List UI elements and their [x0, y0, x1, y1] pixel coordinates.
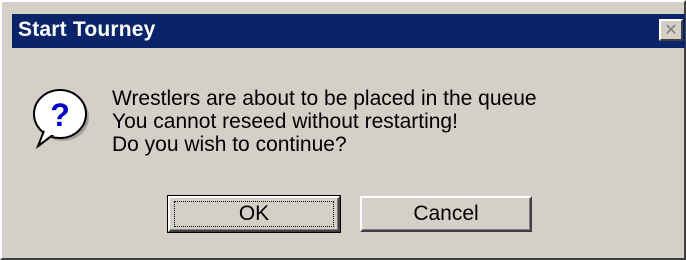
message-text: Wrestlers are about to be placed in the … [112, 87, 537, 156]
cancel-button[interactable]: Cancel [360, 196, 532, 232]
dialog-window: Start Tourney ✕ ? Wrestlers are about to… [0, 0, 686, 260]
dialog-title: Start Tourney [18, 18, 156, 41]
ok-button[interactable]: OK [167, 195, 341, 233]
ok-button-label: OK [238, 202, 270, 225]
title-bar[interactable]: Start Tourney ✕ [12, 14, 685, 48]
message-line-3: Do you wish to continue? [112, 133, 347, 156]
close-icon: ✕ [664, 20, 678, 39]
close-button[interactable]: ✕ [659, 19, 683, 41]
question-icon: ? [32, 88, 92, 152]
question-glyph: ? [50, 97, 70, 133]
message-line-2: You cannot reseed without restarting! [112, 110, 458, 133]
message-line-1: Wrestlers are about to be placed in the … [112, 87, 537, 110]
cancel-button-label: Cancel [413, 202, 479, 225]
